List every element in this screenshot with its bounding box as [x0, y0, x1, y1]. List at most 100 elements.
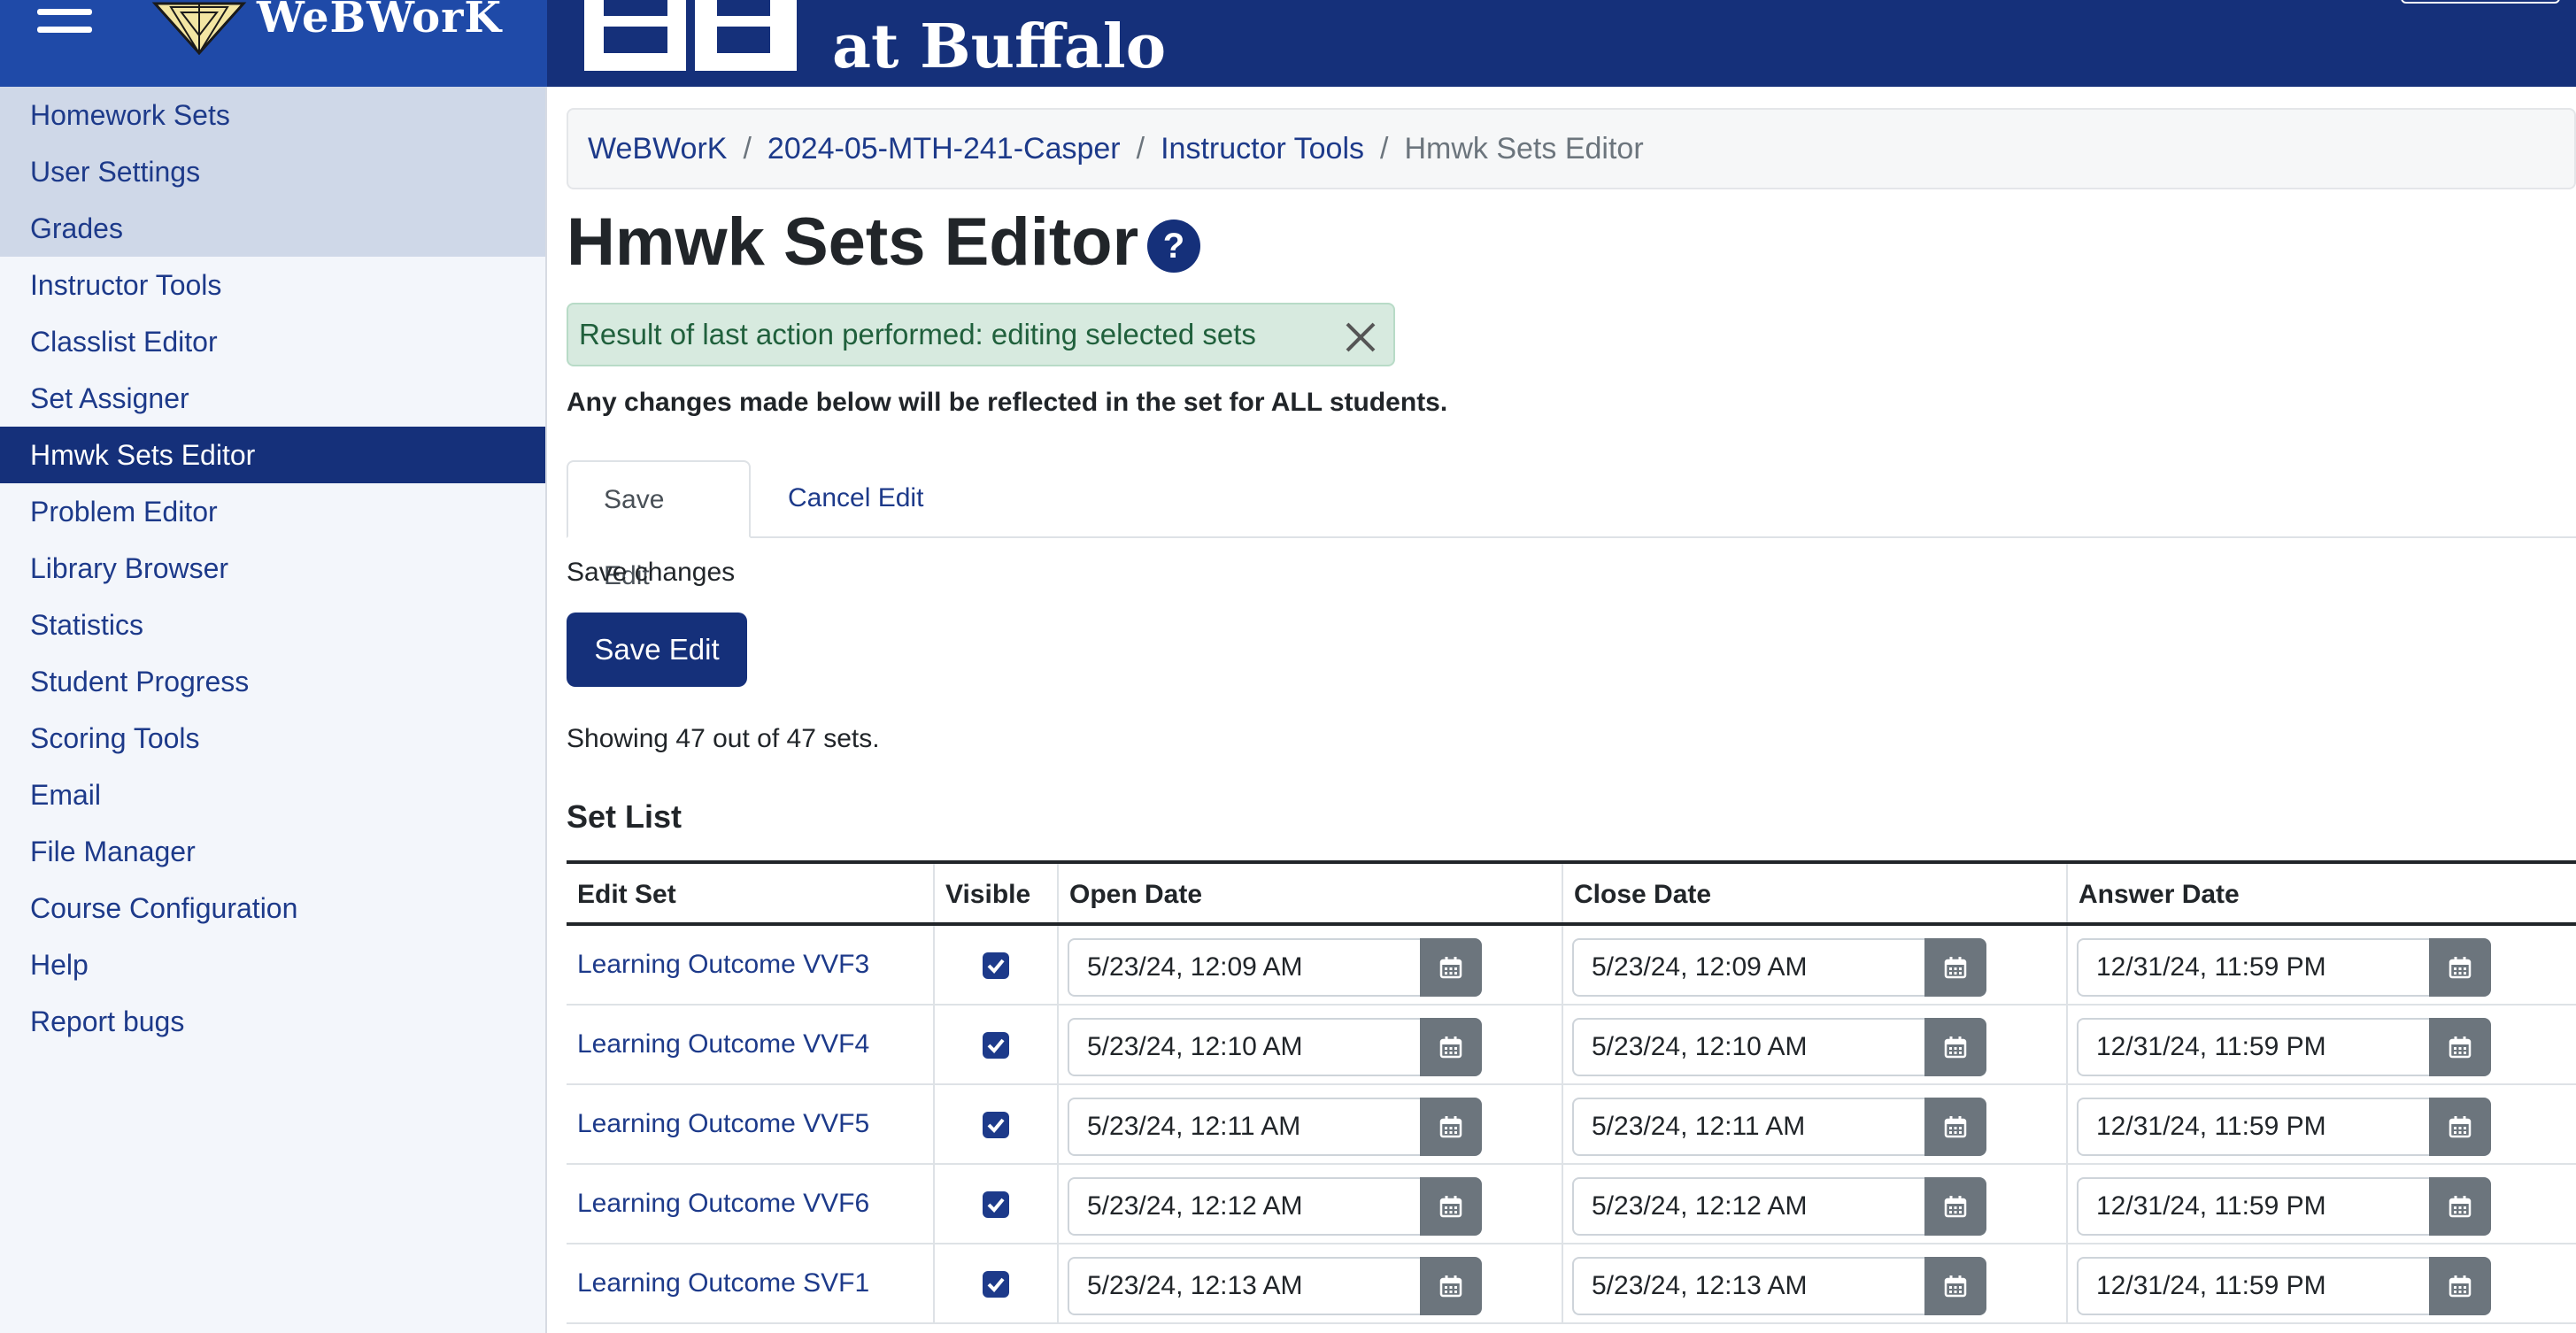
breadcrumb-current: Hmwk Sets Editor — [1404, 132, 1644, 166]
save-edit-button[interactable]: Save Edit — [567, 613, 747, 687]
close-date-input[interactable]: 5/23/24, 12:11 AM — [1572, 1098, 1926, 1156]
answer-date-input[interactable]: 12/31/24, 11:59 PM — [2077, 1018, 2431, 1076]
open-date-input[interactable]: 5/23/24, 12:13 AM — [1068, 1257, 1422, 1315]
sidebar-item-hmwk-sets-editor[interactable]: Hmwk Sets Editor — [0, 427, 545, 483]
sidebar-item-email[interactable]: Email — [0, 767, 545, 823]
sidebar-item-homework-sets[interactable]: Homework Sets — [0, 87, 545, 143]
open-date-input[interactable]: 5/23/24, 12:09 AM — [1068, 938, 1422, 997]
close-date-cell: 5/23/24, 12:10 AM — [1562, 1006, 2066, 1083]
visible-cell — [933, 926, 1057, 1004]
calendar-icon[interactable] — [2429, 1177, 2491, 1236]
close-date-input[interactable]: 5/23/24, 12:10 AM — [1572, 1018, 1926, 1076]
set-link[interactable]: Learning Outcome VVF4 — [577, 1006, 869, 1083]
close-date-input[interactable]: 5/23/24, 12:13 AM — [1572, 1257, 1926, 1315]
answer-date-cell: 12/31/24, 11:59 PM — [2066, 1006, 2576, 1083]
calendar-icon[interactable] — [2429, 1098, 2491, 1156]
set-list-title: Set List — [567, 798, 683, 835]
app-name[interactable]: WeBWorK — [257, 0, 502, 42]
calendar-icon[interactable] — [1924, 1098, 1986, 1156]
open-date-cell: 5/23/24, 12:13 AM — [1057, 1244, 1562, 1322]
calendar-icon[interactable] — [1924, 1177, 1986, 1236]
calendar-icon[interactable] — [1420, 1098, 1482, 1156]
answer-date-input[interactable]: 12/31/24, 11:59 PM — [2077, 1098, 2431, 1156]
check-icon — [987, 1198, 1005, 1213]
visible-checkbox[interactable] — [983, 952, 1009, 979]
visible-checkbox[interactable] — [983, 1191, 1009, 1218]
calendar-icon[interactable] — [1420, 1177, 1482, 1236]
university-name: at Buffalo — [832, 12, 1167, 82]
help-icon[interactable]: ? — [1147, 220, 1200, 273]
sidebar-item-problem-editor[interactable]: Problem Editor — [0, 483, 545, 540]
sidebar-item-help[interactable]: Help — [0, 936, 545, 993]
open-date-input[interactable]: 5/23/24, 12:11 AM — [1068, 1098, 1422, 1156]
column-header-visible: Visible — [933, 864, 1057, 922]
hamburger-menu-icon[interactable] — [37, 0, 92, 39]
answer-date-input[interactable]: 12/31/24, 11:59 PM — [2077, 938, 2431, 997]
calendar-icon[interactable] — [2429, 1018, 2491, 1076]
sidebar-item-user-settings[interactable]: User Settings — [0, 143, 545, 200]
close-date-cell: 5/23/24, 12:13 AM — [1562, 1244, 2066, 1322]
result-alert: Result of last action performed: editing… — [567, 303, 1395, 366]
page-title: Hmwk Sets Editor — [567, 204, 1139, 280]
visible-checkbox[interactable] — [983, 1271, 1009, 1298]
breadcrumb-link-course[interactable]: 2024-05-MTH-241-Casper — [767, 132, 1121, 166]
tab-cancel-edit[interactable]: Cancel Edit — [751, 460, 960, 538]
sidebar-group-student: Homework Sets User Settings Grades — [0, 87, 545, 257]
sidebar-item-file-manager[interactable]: File Manager — [0, 823, 545, 880]
sidebar-item-library-browser[interactable]: Library Browser — [0, 540, 545, 597]
sidebar-item-classlist-editor[interactable]: Classlist Editor — [0, 313, 545, 370]
sidebar-item-grades[interactable]: Grades — [0, 200, 545, 257]
sidebar-item-student-progress[interactable]: Student Progress — [0, 653, 545, 710]
set-link[interactable]: Learning Outcome VVF3 — [577, 926, 869, 1004]
check-icon — [987, 1118, 1005, 1133]
open-date-input[interactable]: 5/23/24, 12:10 AM — [1068, 1018, 1422, 1076]
column-header-edit-set: Edit Set — [577, 880, 676, 909]
sidebar-item-course-configuration[interactable]: Course Configuration — [0, 880, 545, 936]
calendar-icon[interactable] — [2429, 938, 2491, 997]
column-header-answer-date: Answer Date — [2066, 864, 2576, 922]
sidebar-item-set-assigner[interactable]: Set Assigner — [0, 370, 545, 427]
edit-set-cell: Learning Outcome VVF3 — [567, 926, 933, 1004]
sidebar-item-statistics[interactable]: Statistics — [0, 597, 545, 653]
calendar-icon[interactable] — [1420, 938, 1482, 997]
save-changes-label: Save changes — [567, 558, 736, 587]
column-header-open-date: Open Date — [1057, 864, 1562, 922]
action-tabs: Save Edit Cancel Edit — [567, 460, 2576, 590]
breadcrumb: WeBWorK / 2024-05-MTH-241-Casper / Instructo… — [567, 108, 2576, 189]
answer-date-input[interactable]: 12/31/24, 11:59 PM — [2077, 1257, 2431, 1315]
visible-checkbox[interactable] — [983, 1112, 1009, 1138]
calendar-icon[interactable] — [2429, 1257, 2491, 1315]
visible-cell — [933, 1165, 1057, 1243]
set-link[interactable]: Learning Outcome VVF5 — [577, 1085, 869, 1163]
breadcrumb-link-webwork[interactable]: WeBWorK — [588, 132, 727, 166]
sidebar-item-report-bugs[interactable]: Report bugs — [0, 993, 545, 1050]
top-banner: WeBWorK at Buffalo — [0, 0, 2576, 87]
calendar-icon[interactable] — [1420, 1018, 1482, 1076]
table-row: Learning Outcome VVF5 5/23/24, 12:11 AM … — [567, 1085, 2576, 1165]
breadcrumb-link-instructor-tools[interactable]: Instructor Tools — [1161, 132, 1364, 166]
column-header-close-date: Close Date — [1562, 864, 2066, 922]
all-students-notice: Any changes made below will be reflected… — [567, 388, 1448, 417]
table-row: Learning Outcome SVF1 5/23/24, 12:13 AM … — [567, 1244, 2576, 1324]
open-date-input[interactable]: 5/23/24, 12:12 AM — [1068, 1177, 1422, 1236]
visible-checkbox[interactable] — [983, 1032, 1009, 1059]
close-date-cell: 5/23/24, 12:09 AM — [1562, 926, 2066, 1004]
calendar-icon[interactable] — [1924, 938, 1986, 997]
calendar-icon[interactable] — [1924, 1257, 1986, 1315]
close-date-input[interactable]: 5/23/24, 12:12 AM — [1572, 1177, 1926, 1236]
calendar-icon[interactable] — [1420, 1257, 1482, 1315]
answer-date-input[interactable]: 12/31/24, 11:59 PM — [2077, 1177, 2431, 1236]
calendar-icon[interactable] — [1924, 1018, 1986, 1076]
breadcrumb-separator: / — [743, 132, 752, 166]
top-right-button[interactable] — [2401, 0, 2560, 4]
sidebar-item-scoring-tools[interactable]: Scoring Tools — [0, 710, 545, 767]
sidebar-item-instructor-tools[interactable]: Instructor Tools — [0, 257, 545, 313]
set-list-table: Edit Set Visible Open Date Close Date An… — [567, 860, 2576, 1324]
set-link[interactable]: Learning Outcome SVF1 — [577, 1244, 869, 1322]
tab-save-edit[interactable]: Save Edit — [567, 460, 751, 590]
close-icon[interactable] — [1344, 320, 1377, 354]
answer-date-cell: 12/31/24, 11:59 PM — [2066, 926, 2576, 1004]
close-date-cell: 5/23/24, 12:12 AM — [1562, 1165, 2066, 1243]
set-link[interactable]: Learning Outcome VVF6 — [577, 1165, 869, 1243]
close-date-input[interactable]: 5/23/24, 12:09 AM — [1572, 938, 1926, 997]
